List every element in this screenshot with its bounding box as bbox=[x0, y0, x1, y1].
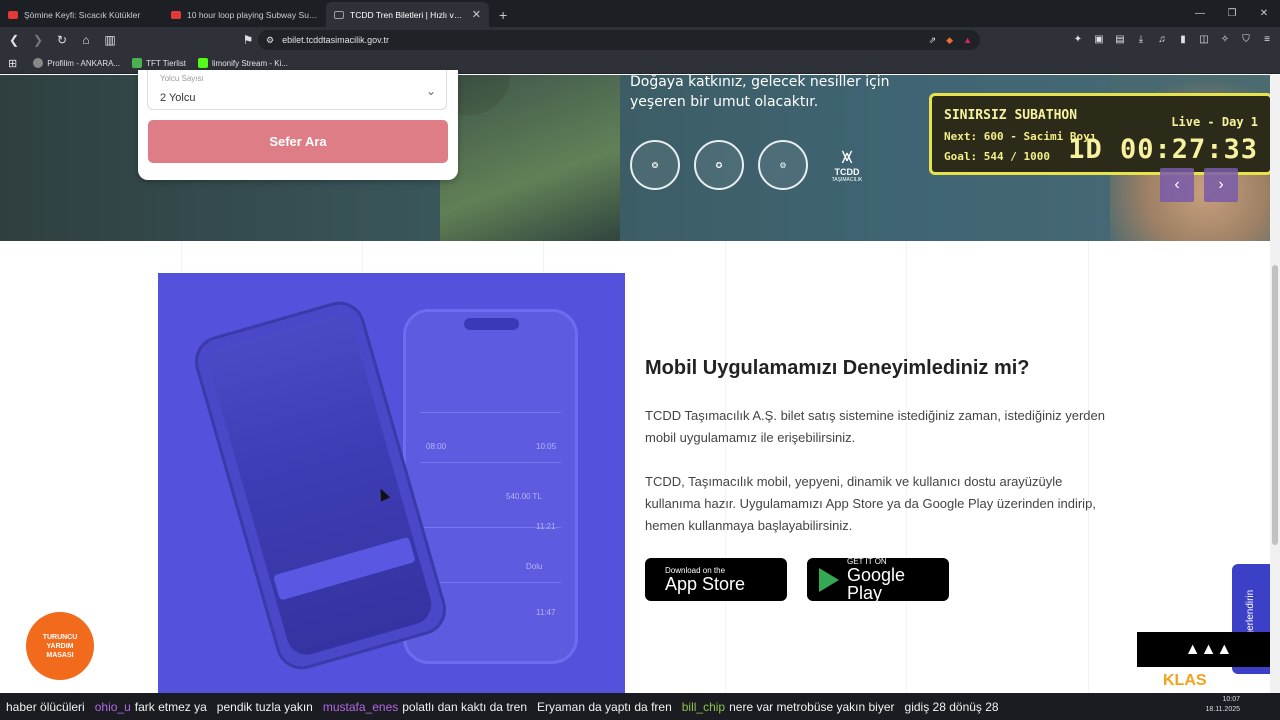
reload-icon[interactable]: ↻ bbox=[52, 30, 72, 50]
partner-logos: ❂ ✪ ⚙ ⩙ TCDD TAŞIMACILIK bbox=[630, 140, 872, 190]
passenger-label: Yolcu Sayısı bbox=[160, 74, 204, 83]
tab-title: 10 hour loop playing Subway Surfers bbox=[187, 9, 318, 20]
google-play-button[interactable]: GET IT ON Google Play bbox=[807, 557, 949, 602]
restore-icon[interactable]: ❐ bbox=[1216, 0, 1248, 27]
scrollbar-thumb[interactable] bbox=[1272, 265, 1278, 545]
ministry-seal-icon-2: ✪ bbox=[694, 140, 744, 190]
phone-time-1: 08:00 bbox=[426, 442, 447, 451]
search-button[interactable]: Sefer Ara bbox=[148, 120, 448, 163]
agency-seal-icon: ⚙ bbox=[758, 140, 808, 190]
back-icon[interactable]: ❮ bbox=[4, 30, 24, 50]
tcdd-logo: ⩙ TCDD TAŞIMACILIK bbox=[822, 140, 872, 190]
tab-title: TCDD Tren Biletleri | Hızlı ve Güv bbox=[350, 9, 466, 20]
google-play-icon bbox=[819, 567, 839, 592]
share-icon[interactable]: ⇗ bbox=[929, 35, 937, 46]
chevron-right-icon[interactable]: › bbox=[1204, 168, 1238, 202]
chat-message: ohio_u fark etmez ya bbox=[94, 699, 207, 714]
screenshot-icon[interactable]: ▣ bbox=[1092, 31, 1106, 47]
tcdd-logo-title: TCDD bbox=[834, 167, 860, 177]
search-card: Yolcu Sayısı 2 Yolcu ⌄ Sefer Ara bbox=[138, 70, 458, 180]
hero-text: Doğaya katkınız, gelecek nesiller için y… bbox=[630, 74, 890, 110]
window-controls: — ❐ ✕ bbox=[1184, 0, 1280, 27]
site-info-icon[interactable]: ⚙ bbox=[266, 35, 274, 46]
chevron-down-icon: ⌄ bbox=[425, 84, 436, 98]
tcdd-icon bbox=[334, 10, 344, 19]
toolbar-icons: ✦ ▣ ▤ ⤓ ♫ ▮ ◫ ✧ ⛉ ≡ bbox=[1071, 31, 1274, 47]
grass-image bbox=[440, 75, 620, 241]
chat-ticker: haber ölücüleri ohio_u fark etmez ya pen… bbox=[0, 693, 1280, 720]
phone-time-2: 10:05 bbox=[536, 442, 557, 451]
vpn-icon[interactable]: ⛉ bbox=[1239, 31, 1253, 47]
wallet-icon-2[interactable]: ◫ bbox=[1197, 31, 1211, 47]
music-icon[interactable]: ♫ bbox=[1155, 31, 1169, 47]
passenger-select[interactable]: Yolcu Sayısı 2 Yolcu ⌄ bbox=[147, 70, 447, 110]
url-field[interactable]: ⚙ ebilet.tcddtasimacilik.gov.tr ⇗ ◆ ▲ bbox=[258, 30, 980, 50]
wallet-icon[interactable]: ▤ bbox=[1113, 31, 1127, 47]
subathon-title: SINIRSIZ SUBATHON bbox=[944, 108, 1078, 123]
apps-icon[interactable]: ⊞ bbox=[8, 57, 17, 70]
chat-message: haber ölücüleri bbox=[6, 699, 85, 714]
passenger-value: 2 Yolcu bbox=[160, 92, 196, 104]
phone-time-4: 11:47 bbox=[536, 608, 556, 617]
chevron-left-icon[interactable]: ‹ bbox=[1160, 168, 1194, 202]
home-icon[interactable]: ⌂ bbox=[76, 30, 96, 50]
phone-price: 540.00 TL bbox=[506, 492, 542, 501]
bookmark-tft[interactable]: TFT Tierlist bbox=[132, 58, 186, 68]
tcdd-wing-icon: ⩙ bbox=[841, 146, 853, 168]
app-store-button[interactable]: Download on the App Store bbox=[645, 558, 787, 601]
section-paragraph-1: TCDD Taşımacılık A.Ş. bilet satış sistem… bbox=[645, 408, 1105, 445]
kick-icon bbox=[197, 58, 208, 68]
profile-icon bbox=[33, 58, 44, 68]
leo-icon[interactable]: ✧ bbox=[1218, 31, 1232, 47]
tab-title: Şömine Keyfi: Sıcacık Kütükler bbox=[24, 9, 141, 20]
phone-mockup-image: 08:00 10:05 540.00 TL Dolu 11:21 11:47 bbox=[158, 273, 625, 693]
extensions-icon[interactable]: ✦ bbox=[1071, 31, 1085, 47]
rewards-icon[interactable]: ▲ bbox=[963, 35, 972, 46]
address-toolbar: ❮ ❯ ↻ ⌂ ▥ ⚑ ⚙ ebilet.tcddtasimacilik.gov… bbox=[0, 27, 1280, 53]
bookmark-profilim[interactable]: Profilim - ANKARA... bbox=[33, 58, 120, 68]
phone-time-3: 11:21 bbox=[536, 522, 556, 531]
bookmark-limonify[interactable]: limonify Stream - Ki... bbox=[197, 58, 288, 68]
phone-status: Dolu bbox=[526, 562, 543, 571]
subathon-overlay: SINIRSIZ SUBATHON Next: 600 - Sacimi Boy… bbox=[929, 93, 1273, 175]
menu-icon[interactable]: ≡ bbox=[1260, 31, 1274, 47]
tab-fireplace[interactable]: Şömine Keyfi: Sıcacık Kütükler bbox=[0, 2, 163, 27]
forward-icon[interactable]: ❯ bbox=[28, 30, 48, 50]
system-clock: 10:07 18.11.2025 bbox=[1205, 695, 1240, 715]
tcdd-logo-subtitle: TAŞIMACILIK bbox=[831, 177, 863, 183]
chat-message: bill_chip nere var metrobüse yakın biyer bbox=[681, 699, 895, 714]
minimize-icon[interactable]: — bbox=[1184, 0, 1216, 27]
subathon-timer: 1D 00:27:33 bbox=[1068, 134, 1258, 165]
chat-message: mustafa_enes polatlı dan kaktı da tren bbox=[322, 699, 527, 714]
tab-tcdd[interactable]: TCDD Tren Biletleri | Hızlı ve Güv ✕ bbox=[326, 2, 489, 27]
adidas-logo: ▲▲▲ bbox=[1137, 632, 1280, 667]
download-icon[interactable]: ⤓ bbox=[1134, 31, 1148, 47]
section-paragraph-2: TCDD, Taşımacılık mobil, yepyeni, dinami… bbox=[645, 474, 1096, 533]
bookmark-icon[interactable]: ⚑ bbox=[238, 30, 258, 50]
subathon-goal: Goal: 544 / 1000 bbox=[944, 150, 1050, 163]
section-title: Mobil Uygulamamızı Deneyimlediniz mi? bbox=[645, 357, 1030, 379]
close-tab-icon[interactable]: ✕ bbox=[472, 8, 481, 21]
klas-logo: KLAS bbox=[1163, 672, 1207, 689]
brave-shield-icon[interactable]: ◆ bbox=[946, 35, 953, 46]
close-window-icon[interactable]: ✕ bbox=[1248, 0, 1280, 27]
youtube-icon bbox=[171, 10, 181, 19]
page-scrollbar[interactable] bbox=[1270, 75, 1280, 693]
chat-message: pendik tuzla yakın bbox=[216, 699, 313, 714]
help-desk-badge[interactable]: TURUNCU YARDIM MASASI bbox=[26, 612, 94, 680]
tab-bar: Şömine Keyfi: Sıcacık Kütükler 10 hour l… bbox=[0, 0, 1280, 27]
new-tab-button[interactable]: + bbox=[489, 2, 517, 27]
subathon-live: Live - Day 1 bbox=[1171, 115, 1258, 129]
tft-icon bbox=[132, 58, 143, 68]
tab-subway-surfers[interactable]: 10 hour loop playing Subway Surfers bbox=[163, 2, 326, 27]
chat-message: Eryaman da yaptı da fren bbox=[537, 699, 672, 714]
youtube-icon bbox=[8, 10, 18, 19]
carousel-controls: ‹ › bbox=[1160, 168, 1238, 202]
sidebar-icon[interactable]: ▥ bbox=[100, 30, 120, 50]
url-text: ebilet.tcddtasimacilik.gov.tr bbox=[282, 35, 389, 45]
ministry-seal-icon: ❂ bbox=[630, 140, 680, 190]
sidebar-toggle-icon[interactable]: ▮ bbox=[1176, 31, 1190, 47]
chat-message: gidiş 28 dönüş 28 bbox=[904, 699, 999, 714]
